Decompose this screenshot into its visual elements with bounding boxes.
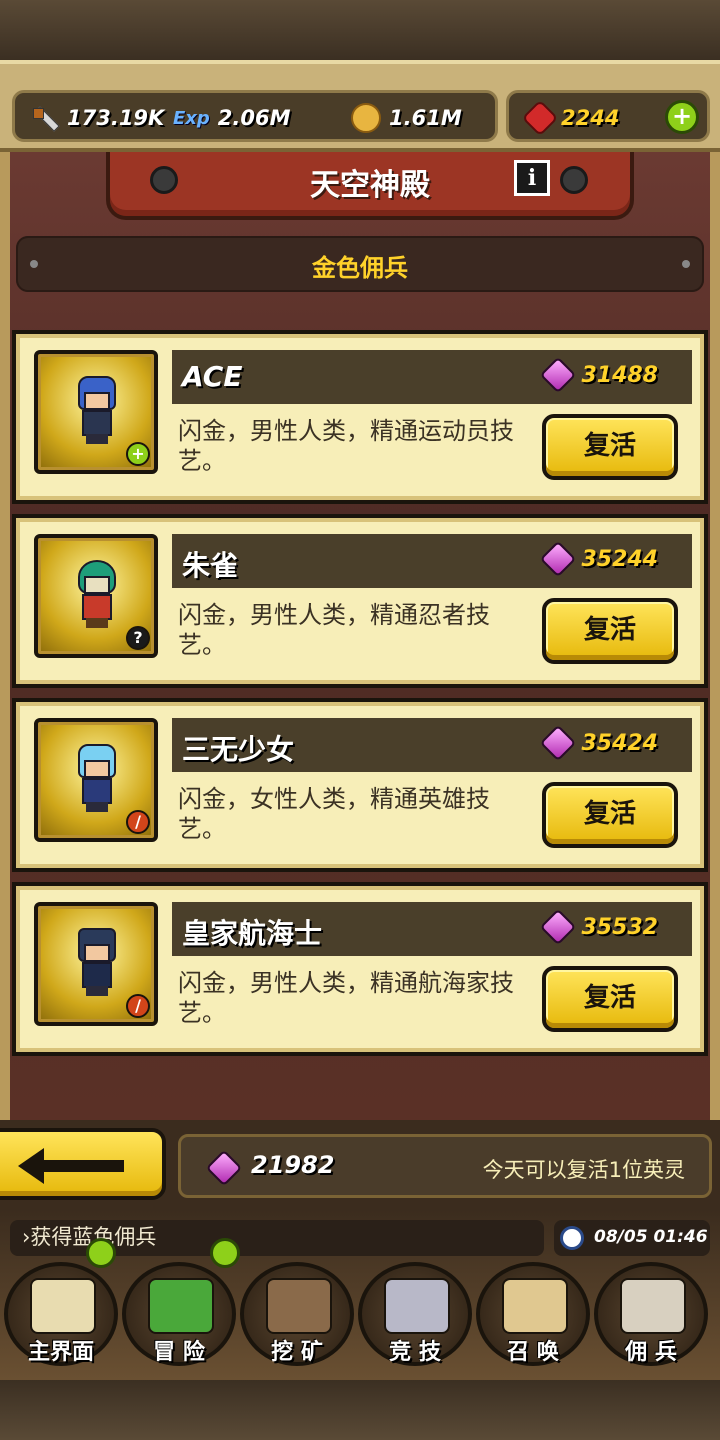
question-badge-icon: ?: [126, 626, 150, 650]
exp-value: 2.06M: [217, 106, 291, 130]
dot: [682, 260, 690, 268]
bottom-backdrop: [0, 1380, 720, 1440]
crossed-swords-icon: [384, 1278, 450, 1334]
page-title: 天空神殿: [310, 168, 430, 203]
revive-limit-note: 今天可以复活1位英灵: [482, 1158, 685, 1182]
cost-value: 35244: [581, 546, 658, 572]
hero-portrait[interactable]: /: [34, 718, 158, 842]
ruby-stat: 2244: [521, 99, 620, 137]
gem-balance: 21982: [251, 1151, 335, 1179]
bolt-icon: [560, 166, 588, 194]
hero-name-bar: 皇家航海士 35532: [172, 902, 692, 956]
hero-sprite: [74, 744, 120, 814]
gem-icon: [540, 908, 577, 946]
pencil-badge-icon: /: [126, 994, 150, 1018]
top-backdrop: [0, 0, 720, 60]
plus-badge-icon: +: [126, 442, 150, 466]
exp-stat: Exp 2.06M: [173, 103, 291, 133]
ruby-value: 2244: [561, 106, 620, 130]
hero-name: 三无少女: [182, 733, 295, 766]
nav-summon[interactable]: 召 唤: [476, 1262, 590, 1366]
gem-icon: [540, 724, 577, 762]
cost-value: 35424: [581, 730, 658, 756]
hero-name-bar: 三无少女 35424: [172, 718, 692, 772]
ruby-icon: [521, 99, 559, 137]
nav-label: 主界面: [27, 1340, 94, 1365]
ruby-panel: 2244 +: [506, 90, 710, 142]
bottom-nav: ›获得蓝色佣兵 08/05 01:46 主界面 冒 险 挖 矿 竞 技 召 唤 …: [0, 1210, 720, 1380]
nav-label: 佣 兵: [625, 1340, 677, 1365]
gem-icon: [540, 356, 577, 394]
hero-card: + ACE 31488 闪金，男性人类，精通运动员技艺。 复活: [12, 330, 708, 504]
island-icon: [148, 1278, 214, 1334]
hero-card: / 三无少女 35424 闪金，女性人类，精通英雄技艺。 复活: [12, 698, 708, 872]
hero-name-bar: 朱雀 35244: [172, 534, 692, 588]
hero-name: 朱雀: [182, 549, 239, 582]
nav-arena[interactable]: 竞 技: [358, 1262, 472, 1366]
add-ruby-button[interactable]: +: [665, 100, 699, 134]
attack-value: 173.19K: [67, 106, 165, 130]
hero-portrait[interactable]: +: [34, 350, 158, 474]
gem-icon: [540, 540, 577, 578]
hero-sprite: [74, 376, 120, 446]
hero-card: ? 朱雀 35244 闪金，男性人类，精通忍者技艺。 复活: [12, 514, 708, 688]
hero-portrait[interactable]: /: [34, 902, 158, 1026]
revive-cost: 35244: [540, 540, 658, 578]
map-icon: [30, 1278, 96, 1334]
nav-label: 冒 险: [153, 1340, 205, 1365]
revive-info: 21982 今天可以复活1位英灵: [178, 1134, 712, 1198]
cost-value: 35532: [581, 914, 658, 940]
revive-cost: 35532: [540, 908, 658, 946]
notification-dot: [86, 1238, 116, 1268]
tent-icon: [620, 1278, 686, 1334]
info-icon[interactable]: i: [514, 160, 550, 196]
resource-bar: 173.19K Exp 2.06M 1.61M 2244 +: [0, 60, 720, 152]
hero-name: 皇家航海士: [182, 917, 323, 950]
category-title: 金色佣兵: [312, 254, 408, 282]
revive-cost: 35424: [540, 724, 658, 762]
hero-description: 闪金，女性人类，精通英雄技艺。: [178, 785, 490, 843]
notification-dot: [210, 1238, 240, 1268]
back-button[interactable]: [0, 1128, 166, 1200]
coin-icon: [351, 103, 381, 133]
hero-sprite: [74, 928, 120, 998]
pickaxe-icon: [266, 1278, 332, 1334]
revive-button[interactable]: 复活: [542, 782, 678, 848]
clock-time: 08/05 01:46: [594, 1227, 708, 1247]
cost-value: 31488: [581, 362, 658, 388]
footer-bar: 21982 今天可以复活1位英灵: [0, 1120, 720, 1210]
hero-name-bar: ACE 31488: [172, 350, 692, 404]
hero-description: 闪金，男性人类，精通运动员技艺。: [178, 417, 514, 475]
hero-name: ACE: [182, 360, 243, 393]
hero-portrait[interactable]: ?: [34, 534, 158, 658]
nav-label: 召 唤: [507, 1340, 559, 1365]
revive-button[interactable]: 复活: [542, 966, 678, 1032]
nav-adventure[interactable]: 冒 险: [122, 1262, 236, 1366]
title-banner: 天空神殿 i: [106, 152, 634, 220]
gold-value: 1.61M: [389, 106, 462, 130]
nav-label: 挖 矿: [271, 1340, 323, 1365]
hero-description: 闪金，男性人类，精通忍者技艺。: [178, 601, 490, 659]
revive-button[interactable]: 复活: [542, 414, 678, 480]
resource-panel: 173.19K Exp 2.06M 1.61M: [12, 90, 498, 142]
hero-description: 闪金，男性人类，精通航海家技艺。: [178, 969, 514, 1027]
nav-mining[interactable]: 挖 矿: [240, 1262, 354, 1366]
nav-main[interactable]: 主界面: [4, 1262, 118, 1366]
gem-icon: [205, 1149, 243, 1187]
clock-display: 08/05 01:46: [554, 1220, 710, 1256]
hero-sprite: [74, 560, 120, 630]
clock-icon: [560, 1226, 584, 1250]
sword-icon: [29, 103, 59, 133]
revive-cost: 31488: [540, 356, 658, 394]
exp-icon: Exp: [173, 107, 210, 129]
gold-stat: 1.61M: [351, 103, 462, 133]
scroll-icon: [502, 1278, 568, 1334]
revive-button[interactable]: 复活: [542, 598, 678, 664]
pencil-badge-icon: /: [126, 810, 150, 834]
category-header: 金色佣兵: [16, 236, 704, 292]
nav-mercenary[interactable]: 佣 兵: [594, 1262, 708, 1366]
attack-stat: 173.19K: [29, 103, 164, 133]
hero-card: / 皇家航海士 35532 闪金，男性人类，精通航海家技艺。 复活: [12, 882, 708, 1056]
nav-label: 竞 技: [389, 1340, 441, 1365]
